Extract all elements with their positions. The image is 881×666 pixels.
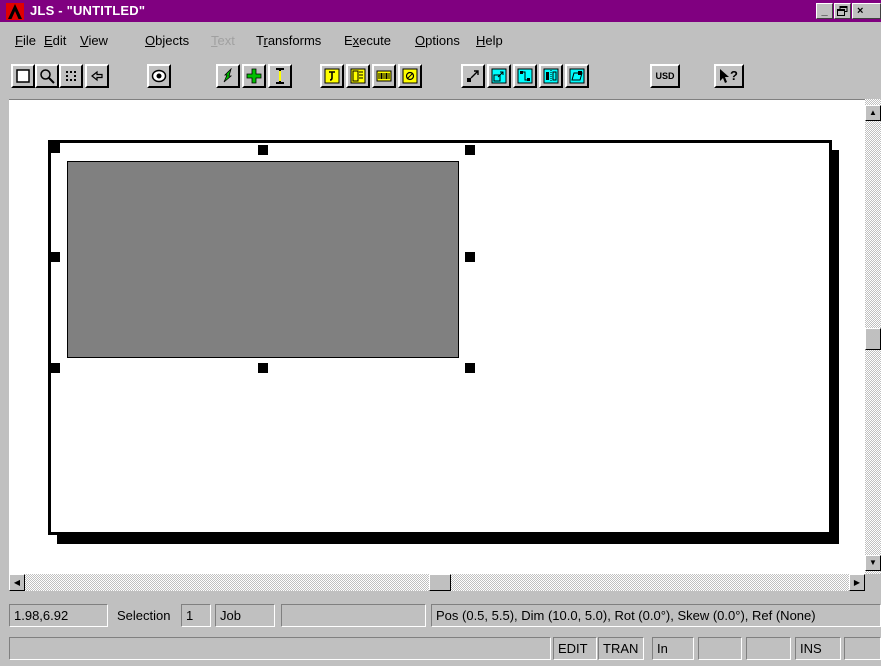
arrow-left-icon: ◀ (13, 577, 21, 587)
selection-handle[interactable] (50, 252, 60, 262)
menu-view[interactable]: View (80, 33, 108, 48)
title-bar: JLS - "UNTITLED" _ × (0, 0, 881, 22)
selected-object[interactable] (67, 161, 459, 358)
select-pointer-icon (223, 68, 233, 83)
object-info: Pos (0.5, 5.5), Dim (10.0, 5.0), Rot (0.… (431, 604, 881, 627)
horizontal-scrollbar[interactable]: ◀ ▶ (9, 574, 865, 591)
close-button[interactable]: × (852, 3, 881, 19)
restore-button[interactable] (834, 3, 851, 19)
status-empty-field (844, 637, 881, 660)
back-arrow-icon (91, 70, 103, 82)
status-empty-field (698, 637, 742, 660)
menu-file[interactable]: File (15, 33, 36, 48)
preview-eye-icon (151, 69, 167, 83)
new-page-button[interactable] (11, 64, 35, 88)
resize-box-icon (491, 68, 507, 84)
units-indicator: In (652, 637, 694, 660)
barcode-button[interactable] (372, 64, 396, 88)
vertical-scrollbar[interactable]: ▲ ▼ (865, 99, 881, 574)
resize-button[interactable] (487, 64, 511, 88)
preview-button[interactable] (147, 64, 171, 88)
context-help-button[interactable]: ? (714, 64, 744, 88)
svg-text:?: ? (730, 68, 738, 83)
select-tool-button[interactable] (216, 64, 240, 88)
horizontal-scroll-thumb[interactable] (429, 574, 451, 591)
toolbar: USD ? (0, 64, 881, 94)
menu-execute[interactable]: Execute (344, 33, 391, 48)
zoom-icon (40, 69, 55, 84)
skew-icon (569, 68, 585, 84)
selection-handle[interactable] (465, 145, 475, 155)
arrow-up-icon: ▲ (869, 108, 877, 117)
mirror-icon (543, 68, 559, 84)
app-logo-icon[interactable] (6, 3, 24, 20)
selection-label: Selection (117, 608, 171, 623)
add-plus-icon (246, 68, 262, 84)
context-help-icon: ? (720, 68, 738, 83)
status-bar: 1.98,6.92 Selection 1 Job Pos (0.5, 5.5)… (0, 604, 881, 628)
menu-help[interactable]: Help (476, 33, 503, 48)
grid-icon (66, 71, 76, 81)
scrollbar-corner (865, 574, 881, 591)
add-object-button[interactable] (242, 64, 266, 88)
selection-handle[interactable] (465, 363, 475, 373)
edit-indicator: EDIT (553, 637, 597, 660)
menu-text[interactable]: Text (211, 33, 235, 48)
arrow-right-icon: ▶ (853, 577, 861, 587)
status-bar-secondary: EDIT TRAN In INS (0, 637, 881, 661)
image-field-icon (402, 68, 418, 84)
usd-button[interactable]: USD (650, 64, 680, 88)
message-field (9, 637, 551, 660)
menu-objects[interactable]: Objects (145, 33, 189, 48)
scroll-down-button[interactable]: ▼ (865, 555, 881, 571)
status-empty-field (281, 604, 426, 627)
mode-indicator: Job (215, 604, 275, 627)
selection-handle[interactable] (258, 145, 268, 155)
new-page-icon (16, 69, 30, 83)
scroll-up-button[interactable]: ▲ (865, 105, 881, 121)
skew-button[interactable] (565, 64, 589, 88)
text-cursor-icon (276, 68, 284, 84)
ins-indicator: INS (795, 637, 841, 660)
text-tool-button[interactable] (268, 64, 292, 88)
scale-button[interactable] (461, 64, 485, 88)
scroll-left-button[interactable]: ◀ (9, 574, 25, 591)
selection-handle[interactable] (465, 252, 475, 262)
back-button[interactable] (85, 64, 109, 88)
tran-indicator: TRAN (598, 637, 644, 660)
text-frame-icon (324, 68, 340, 84)
scale-diagonal-icon (467, 70, 479, 82)
multi-field-button[interactable] (346, 64, 370, 88)
scroll-right-button[interactable]: ▶ (849, 574, 865, 591)
selection-handle[interactable] (50, 363, 60, 373)
mirror-button[interactable] (539, 64, 563, 88)
vertical-scroll-thumb[interactable] (865, 328, 881, 350)
menu-options[interactable]: Options (415, 33, 460, 48)
text-frame-button[interactable] (320, 64, 344, 88)
status-empty-field (746, 637, 791, 660)
selection-count: 1 (181, 604, 211, 627)
arrow-down-icon: ▼ (869, 558, 877, 567)
selection-handle[interactable] (50, 143, 60, 153)
grid-button[interactable] (59, 64, 83, 88)
menu-transforms[interactable]: Transforms (256, 33, 321, 48)
usd-icon: USD (655, 70, 675, 81)
minimize-button[interactable]: _ (816, 3, 833, 19)
menu-edit[interactable]: Edit (44, 33, 66, 48)
rotate-button[interactable] (513, 64, 537, 88)
selection-handle[interactable] (258, 363, 268, 373)
multi-field-icon (350, 68, 366, 84)
restore-icon (837, 6, 848, 16)
image-field-button[interactable] (398, 64, 422, 88)
cursor-coordinates: 1.98,6.92 (9, 604, 108, 627)
rotate-icon (517, 68, 533, 84)
barcode-icon (376, 70, 392, 82)
window-title: JLS - "UNTITLED" (30, 3, 146, 18)
zoom-button[interactable] (35, 64, 59, 88)
